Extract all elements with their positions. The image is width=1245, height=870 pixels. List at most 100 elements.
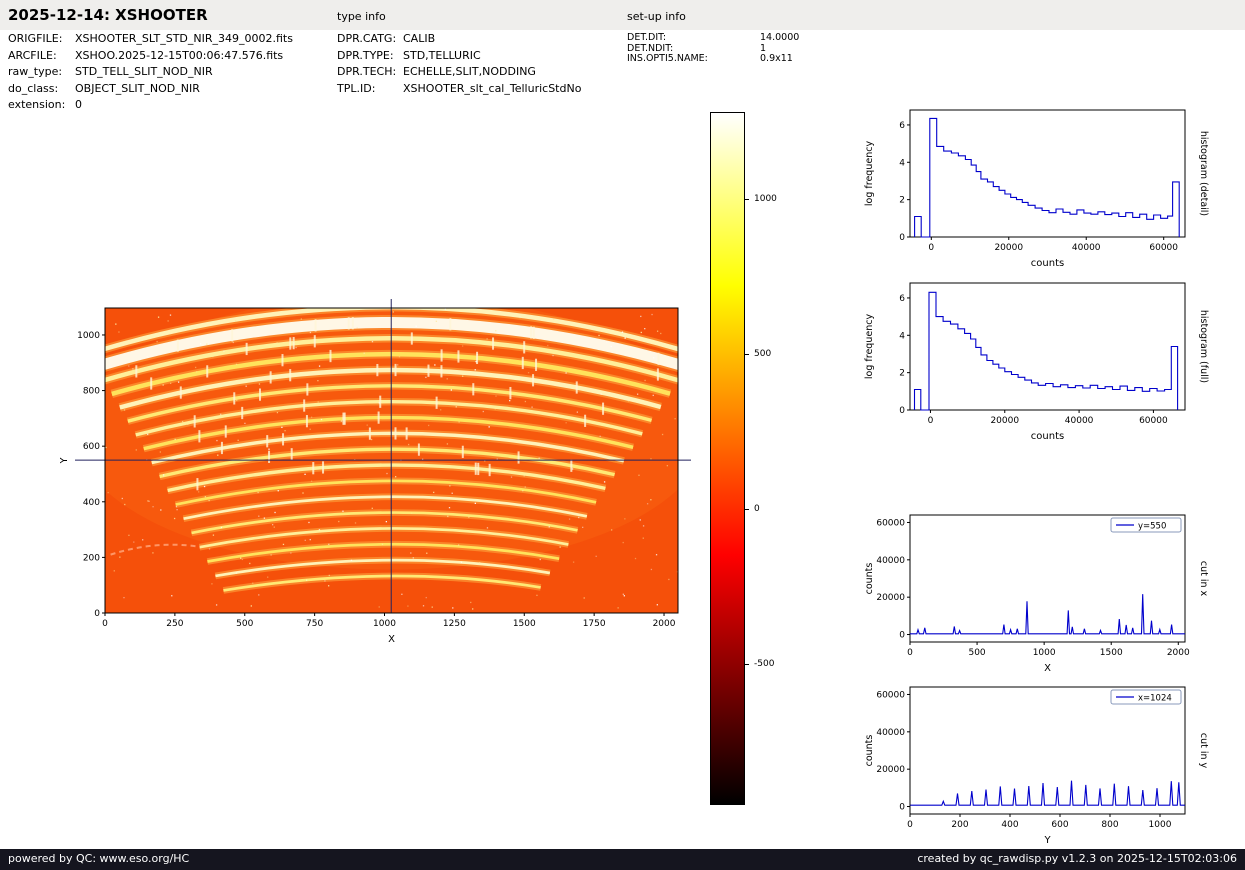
histogram-detail-plot: 0 20000 40000 60000 0 2 4 6 counts log frequency h… — [864, 109, 1209, 269]
field-value: 0.9x11 — [760, 53, 793, 65]
svg-text:500: 500 — [236, 619, 253, 629]
type-info-row: DPR.CATG: CALIB — [337, 31, 581, 48]
svg-text:1750: 1750 — [583, 619, 606, 629]
svg-text:0: 0 — [899, 233, 905, 243]
svg-text:600: 600 — [1051, 820, 1068, 830]
setup-info-block: DET.DIT: 14.0000 DET.NDIT: 1 INS.OPTI5.NAM… — [627, 32, 799, 65]
colorbar-gradient — [710, 112, 745, 805]
svg-text:40000: 40000 — [1072, 243, 1101, 253]
svg-text:counts: counts — [1031, 258, 1064, 269]
field-label: extension: — [8, 98, 66, 112]
colorbar: 1000 500 0 -500 — [710, 112, 800, 812]
svg-text:1000: 1000 — [1033, 648, 1056, 658]
svg-text:histogram (detail): histogram (detail) — [1198, 131, 1209, 216]
setup-info-heading: set-up info — [627, 10, 686, 23]
cut-in-y-plot: 0 200 400 600 800 1000 0 20000 40000 60000 Ycounts… — [864, 686, 1209, 846]
colorbar-tick-label: 0 — [754, 503, 760, 514]
svg-text:40000: 40000 — [1065, 416, 1094, 426]
svg-text:20000: 20000 — [876, 765, 905, 775]
header-bar: 2025-12-14: XSHOOTER type info set-up in… — [0, 0, 1245, 30]
svg-text:counts: counts — [864, 735, 875, 767]
svg-text:counts: counts — [864, 563, 875, 595]
svg-text:x=1024: x=1024 — [1138, 694, 1172, 704]
svg-text:4: 4 — [899, 331, 905, 341]
field-value: CALIB — [403, 32, 436, 45]
svg-text:0: 0 — [899, 631, 905, 641]
footer-created-by: created by qc_rawdisp.py v1.2.3 on 2025-… — [917, 852, 1237, 865]
field-value: 1 — [760, 42, 767, 54]
file-info-row: do_class: OBJECT_SLIT_NOD_NIR — [8, 81, 293, 98]
type-info-row: DPR.TYPE: STD,TELLURIC — [337, 48, 581, 65]
svg-text:0: 0 — [907, 820, 913, 830]
svg-text:1250: 1250 — [443, 619, 466, 629]
raw-frame-plot: 0 250 500 750 1000 1250 1500 1750 2000 0 200 400 600… — [59, 299, 691, 645]
field-label: raw_type: — [8, 65, 63, 79]
field-label: DET.DIT: — [627, 32, 667, 43]
svg-text:2000: 2000 — [1167, 648, 1190, 658]
file-info-row: ORIGFILE: XSHOOTER_SLT_STD_NIR_349_0002.f… — [8, 31, 293, 48]
field-value: XSHOOTER_SLT_STD_NIR_349_0002.fits — [75, 32, 293, 45]
svg-text:Y: Y — [1043, 835, 1051, 846]
svg-text:2: 2 — [899, 196, 905, 206]
field-value: STD_TELL_SLIT_NOD_NIR — [75, 65, 213, 79]
svg-text:20000: 20000 — [994, 243, 1023, 253]
svg-text:750: 750 — [306, 619, 323, 629]
field-label: DPR.TYPE: — [337, 48, 394, 62]
svg-text:Y: Y — [59, 457, 70, 464]
svg-text:800: 800 — [1101, 820, 1118, 830]
svg-text:200: 200 — [83, 553, 100, 563]
svg-text:log frequency: log frequency — [864, 314, 875, 380]
svg-text:400: 400 — [1001, 820, 1018, 830]
svg-text:40000: 40000 — [876, 556, 905, 566]
page-title: 2025-12-14: XSHOOTER — [8, 6, 208, 24]
field-label: TPL.ID: — [337, 81, 376, 95]
field-label: do_class: — [8, 81, 59, 95]
colorbar-tick — [745, 353, 749, 355]
field-value: XSHOO.2025-12-15T00:06:47.576.fits — [75, 48, 284, 62]
svg-text:2: 2 — [899, 369, 905, 379]
svg-text:0: 0 — [928, 243, 934, 253]
svg-text:600: 600 — [83, 442, 100, 452]
svg-text:800: 800 — [83, 387, 100, 397]
svg-text:y=550: y=550 — [1138, 522, 1166, 532]
type-info-row: DPR.TECH: ECHELLE,SLIT,NODDING — [337, 64, 581, 81]
svg-text:0: 0 — [94, 609, 100, 619]
setup-info-row: INS.OPTI5.NAME: 0.9x11 — [627, 53, 799, 65]
svg-text:60000: 60000 — [1149, 243, 1178, 253]
svg-text:0: 0 — [899, 803, 905, 813]
svg-text:20000: 20000 — [876, 593, 905, 603]
svg-text:0: 0 — [907, 648, 913, 658]
svg-text:20000: 20000 — [990, 416, 1019, 426]
svg-text:60000: 60000 — [876, 690, 905, 700]
svg-text:cut in y: cut in y — [1198, 733, 1209, 769]
svg-text:250: 250 — [166, 619, 183, 629]
svg-text:X: X — [388, 634, 395, 645]
svg-text:6: 6 — [899, 121, 905, 131]
svg-text:6: 6 — [899, 294, 905, 304]
svg-text:X: X — [1044, 663, 1051, 674]
file-info-block: ORIGFILE: XSHOOTER_SLT_STD_NIR_349_0002.f… — [8, 31, 293, 114]
svg-text:1500: 1500 — [1100, 648, 1123, 658]
type-info-block: DPR.CATG: CALIB DPR.TYPE: STD,TELLURIC DPR… — [337, 31, 581, 97]
svg-text:0: 0 — [102, 619, 108, 629]
svg-text:1000: 1000 — [373, 619, 396, 629]
file-info-row: extension: 0 — [8, 97, 293, 114]
setup-info-row: DET.DIT: 14.0000 — [627, 32, 799, 44]
svg-text:40000: 40000 — [876, 728, 905, 738]
field-label: DPR.CATG: — [337, 32, 397, 45]
colorbar-tick — [745, 663, 749, 665]
field-value: OBJECT_SLIT_NOD_NIR — [75, 81, 200, 95]
field-label: INS.OPTI5.NAME: — [627, 53, 708, 65]
colorbar-tick — [745, 508, 749, 510]
qc-report-page: 2025-12-14: XSHOOTER type info set-up in… — [0, 0, 1245, 870]
file-info-row: ARCFILE: XSHOO.2025-12-15T00:06:47.576.fi… — [8, 48, 293, 65]
svg-text:0: 0 — [899, 406, 905, 416]
svg-text:log frequency: log frequency — [864, 141, 875, 207]
colorbar-tick-label: 500 — [754, 348, 772, 359]
footer-powered-by: powered by QC: www.eso.org/HC — [8, 852, 190, 865]
type-info-row: TPL.ID: XSHOOTER_slt_cal_TelluricStdNo — [337, 81, 581, 98]
colorbar-tick-label: -500 — [754, 658, 775, 669]
cut-in-x-plot: 0 500 1000 1500 20000200004000060000Xcounts c… — [864, 514, 1209, 674]
svg-text:4: 4 — [899, 158, 905, 168]
field-label: ARCFILE: — [8, 48, 57, 62]
